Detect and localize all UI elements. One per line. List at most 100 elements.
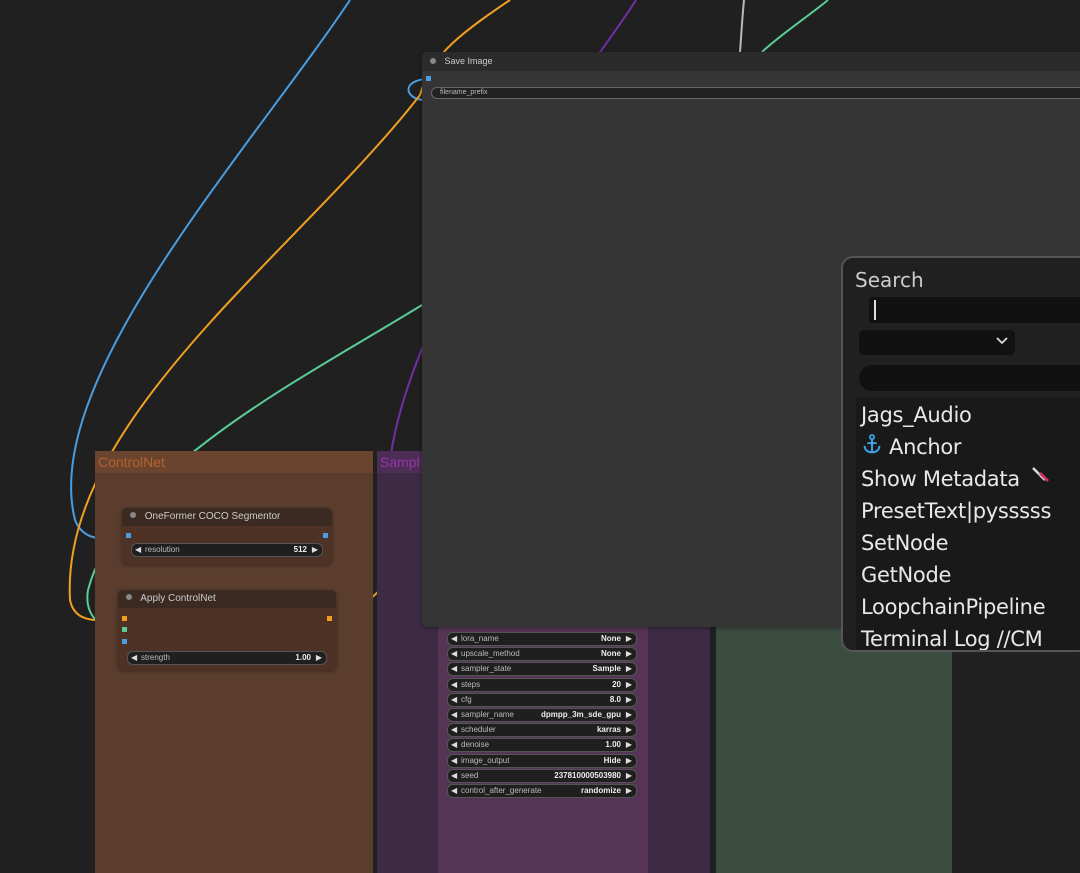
node-title: Apply ControlNet	[140, 593, 216, 604]
widget-value: 20	[612, 679, 621, 689]
search-result-item[interactable]: GetNode	[856, 558, 1080, 590]
increment-arrow-icon[interactable]: ▶	[626, 633, 632, 645]
sampler-widget-steps[interactable]: ◀ steps 20 ▶	[447, 677, 637, 692]
widget-label: strength	[141, 653, 170, 662]
widget-label: cfg	[461, 694, 472, 704]
node-title-bar[interactable]: Apply ControlNet	[118, 590, 336, 608]
decrement-arrow-icon[interactable]: ◀	[451, 679, 457, 691]
node-oneformer-coco-segmentor[interactable]: OneFormer COCO Segmentor ◀ resolution 51…	[122, 508, 332, 564]
increment-arrow-icon[interactable]: ▶	[626, 679, 632, 691]
increment-arrow-icon[interactable]: ▶	[626, 785, 632, 797]
decrement-arrow-icon[interactable]: ◀	[131, 652, 137, 664]
result-label: Jags_Audio	[861, 403, 972, 427]
widget-value: 1.00	[295, 653, 311, 662]
text-caret	[874, 300, 876, 320]
input-slot-control-net[interactable]	[122, 627, 127, 632]
widget-label: lora_name	[461, 634, 499, 643]
decrement-arrow-icon[interactable]: ◀	[451, 770, 457, 782]
filename-prefix-field[interactable]: filename_prefix	[431, 87, 1080, 99]
input-slot-images[interactable]	[426, 76, 431, 81]
node-title-bar[interactable]: Save Image	[422, 52, 1080, 71]
search-result-item[interactable]: Show Metadata	[856, 462, 1080, 494]
sampler-widget-upscale-method[interactable]: ◀ upscale_method None ▶	[447, 647, 637, 662]
decrement-arrow-icon[interactable]: ◀	[451, 648, 457, 660]
sampler-widget-seed[interactable]: ◀ seed 237810000503980 ▶	[447, 768, 637, 783]
widget-value: None	[601, 649, 621, 659]
widget-label: sampler_name	[461, 710, 514, 719]
search-result-item[interactable]: SetNode	[856, 526, 1080, 558]
sampler-widget-scheduler[interactable]: ◀ scheduler karras ▶	[447, 723, 637, 738]
search-results-list: Jags_Audio Anchor Show Metadata PresetText|…	[856, 398, 1080, 650]
decrement-arrow-icon[interactable]: ◀	[135, 544, 141, 556]
anchor-icon	[861, 431, 883, 465]
increment-arrow-icon[interactable]: ▶	[312, 544, 318, 556]
widget-label: image_output	[461, 755, 510, 765]
node-title: OneFormer COCO Segmentor	[144, 511, 281, 522]
category-select[interactable]	[859, 330, 1015, 355]
output-slot-conditioning[interactable]	[327, 616, 332, 621]
node-title: Save Image	[444, 56, 493, 66]
widget-label: control_after_generate	[461, 786, 542, 795]
link-wire-gray	[739, 0, 745, 53]
decrement-arrow-icon[interactable]: ◀	[451, 633, 457, 645]
pipette-icon	[1028, 463, 1052, 497]
sampler-widget-cfg[interactable]: ◀ cfg 8.0 ▶	[447, 692, 637, 707]
sampler-widget-control-after-generate[interactable]: ◀ control_after_generate randomize ▶	[447, 784, 637, 798]
widget-value: 1.00	[605, 740, 621, 750]
sampler-widget-denoise[interactable]: ◀ denoise 1.00 ▶	[447, 738, 637, 753]
sampler-widget-sampler-state[interactable]: ◀ sampler_state Sample ▶	[447, 662, 637, 677]
search-input[interactable]	[869, 297, 1080, 323]
decrement-arrow-icon[interactable]: ◀	[451, 739, 457, 751]
input-slot-conditioning[interactable]	[122, 616, 127, 621]
node-sampler[interactable]: ◀ lora_name None ▶ ◀ upscale_method None ▶ ◀ samp…	[438, 625, 648, 873]
increment-arrow-icon[interactable]: ▶	[626, 648, 632, 660]
widget-value: randomize	[580, 786, 621, 795]
widget-value: dpmpp_3m_sde_gpu	[540, 710, 621, 719]
node-title-bar[interactable]: OneFormer COCO Segmentor	[122, 508, 332, 526]
increment-arrow-icon[interactable]: ▶	[626, 724, 632, 736]
group-controlnet-title[interactable]: ControlNet	[95, 451, 373, 473]
increment-arrow-icon[interactable]: ▶	[626, 739, 632, 751]
search-result-item[interactable]: Terminal Log //CM	[856, 622, 1080, 650]
search-result-item[interactable]: LoopchainPipeline	[856, 590, 1080, 622]
decrement-arrow-icon[interactable]: ◀	[451, 694, 457, 706]
increment-arrow-icon[interactable]: ▶	[626, 755, 632, 767]
increment-arrow-icon[interactable]: ▶	[626, 709, 632, 721]
search-filter-field[interactable]	[859, 365, 1080, 391]
decrement-arrow-icon[interactable]: ◀	[451, 724, 457, 736]
search-result-item[interactable]: Jags_Audio	[856, 398, 1080, 430]
search-title: Search	[855, 268, 924, 292]
increment-arrow-icon[interactable]: ▶	[626, 770, 632, 782]
node-search-panel[interactable]: Search Jags_Audio Anchor Show Metadata Pres…	[841, 256, 1080, 652]
collapse-dot-icon[interactable]	[430, 57, 436, 64]
input-slot-image[interactable]	[122, 639, 127, 644]
input-slot-image[interactable]	[126, 533, 131, 538]
decrement-arrow-icon[interactable]: ◀	[451, 785, 457, 797]
output-slot-image[interactable]	[323, 533, 328, 538]
node-apply-controlnet[interactable]: Apply ControlNet ◀ strength 1.00 ▶	[118, 590, 336, 670]
widget-value: None	[601, 634, 621, 643]
resolution-widget[interactable]: ◀ resolution 512 ▶	[131, 543, 323, 557]
sampler-widget-image-output[interactable]: ◀ image_output Hide ▶	[447, 753, 637, 768]
decrement-arrow-icon[interactable]: ◀	[451, 709, 457, 721]
search-result-item[interactable]: Anchor	[856, 430, 1080, 462]
increment-arrow-icon[interactable]: ▶	[626, 663, 632, 675]
sampler-widget-sampler-name[interactable]: ◀ sampler_name dpmpp_3m_sde_gpu ▶	[447, 708, 637, 722]
collapse-dot-icon[interactable]	[130, 512, 136, 519]
widget-label: seed	[461, 770, 479, 780]
widget-label: steps	[461, 679, 481, 689]
result-label: LoopchainPipeline	[861, 595, 1046, 619]
widget-label: upscale_method	[461, 649, 520, 659]
result-label: Show Metadata	[861, 467, 1020, 491]
decrement-arrow-icon[interactable]: ◀	[451, 663, 457, 675]
search-result-item[interactable]: PresetText|pysssss	[856, 494, 1080, 526]
strength-widget[interactable]: ◀ strength 1.00 ▶	[127, 651, 327, 665]
increment-arrow-icon[interactable]: ▶	[316, 652, 322, 664]
chevron-down-icon[interactable]	[995, 334, 1009, 348]
sampler-widget-lora-name[interactable]: ◀ lora_name None ▶	[447, 632, 637, 646]
widget-label: resolution	[145, 545, 180, 554]
decrement-arrow-icon[interactable]: ◀	[451, 755, 457, 767]
increment-arrow-icon[interactable]: ▶	[626, 694, 632, 706]
link-wire-green-top	[761, 0, 829, 53]
collapse-dot-icon[interactable]	[126, 594, 132, 601]
